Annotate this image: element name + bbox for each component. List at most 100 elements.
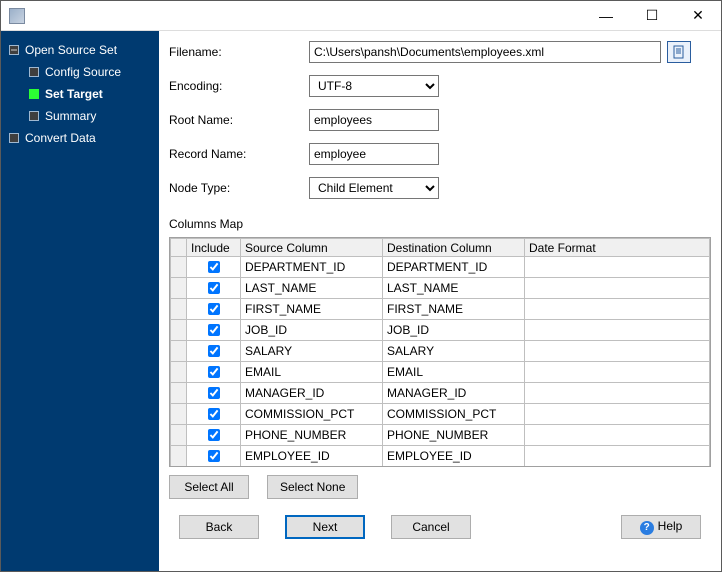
cell-source-column[interactable]: FIRST_NAME — [241, 299, 383, 320]
cell-source-column[interactable]: EMPLOYEE_ID — [241, 446, 383, 467]
cell-destination-column[interactable]: FIRST_NAME — [383, 299, 525, 320]
cell-include[interactable] — [187, 362, 241, 383]
col-header-source[interactable]: Source Column — [241, 239, 383, 257]
filename-label: Filename: — [169, 45, 309, 59]
cell-date-format[interactable] — [525, 299, 710, 320]
cell-date-format[interactable] — [525, 362, 710, 383]
row-header — [171, 404, 187, 425]
include-checkbox[interactable] — [208, 429, 220, 441]
row-header — [171, 425, 187, 446]
cell-include[interactable] — [187, 383, 241, 404]
sidebar-item-config-source[interactable]: Config Source — [1, 61, 159, 83]
cell-destination-column[interactable]: SALARY — [383, 341, 525, 362]
include-checkbox[interactable] — [208, 345, 220, 357]
close-button[interactable]: ✕ — [675, 1, 721, 31]
back-button[interactable]: Back — [179, 515, 259, 539]
cell-date-format[interactable] — [525, 257, 710, 278]
filename-input[interactable] — [309, 41, 661, 63]
browse-file-button[interactable] — [667, 41, 691, 63]
table-row[interactable]: SALARYSALARY — [171, 341, 710, 362]
help-button[interactable]: ?Help — [621, 515, 701, 539]
cell-destination-column[interactable]: LAST_NAME — [383, 278, 525, 299]
table-row[interactable]: MANAGER_IDMANAGER_ID — [171, 383, 710, 404]
table-row[interactable]: EMAILEMAIL — [171, 362, 710, 383]
cell-include[interactable] — [187, 446, 241, 467]
include-checkbox[interactable] — [208, 408, 220, 420]
cell-date-format[interactable] — [525, 425, 710, 446]
cell-include[interactable] — [187, 299, 241, 320]
cell-source-column[interactable]: SALARY — [241, 341, 383, 362]
col-header-include[interactable]: Include — [187, 239, 241, 257]
node-type-select[interactable]: Child Element — [309, 177, 439, 199]
cell-source-column[interactable]: LAST_NAME — [241, 278, 383, 299]
sidebar-item-set-target[interactable]: Set Target — [1, 83, 159, 105]
table-row[interactable]: FIRST_NAMEFIRST_NAME — [171, 299, 710, 320]
encoding-label: Encoding: — [169, 79, 309, 93]
row-header — [171, 257, 187, 278]
include-checkbox[interactable] — [208, 261, 220, 273]
include-checkbox[interactable] — [208, 450, 220, 462]
cell-include[interactable] — [187, 257, 241, 278]
cell-source-column[interactable]: DEPARTMENT_ID — [241, 257, 383, 278]
root-name-input[interactable] — [309, 109, 439, 131]
cell-include[interactable] — [187, 278, 241, 299]
table-row[interactable]: PHONE_NUMBERPHONE_NUMBER — [171, 425, 710, 446]
cell-include[interactable] — [187, 320, 241, 341]
tree-collapse-icon[interactable] — [9, 45, 19, 55]
cell-destination-column[interactable]: EMPLOYEE_ID — [383, 446, 525, 467]
cell-date-format[interactable] — [525, 383, 710, 404]
cell-source-column[interactable]: JOB_ID — [241, 320, 383, 341]
cancel-button[interactable]: Cancel — [391, 515, 471, 539]
encoding-select[interactable]: UTF-8 — [309, 75, 439, 97]
include-checkbox[interactable] — [208, 282, 220, 294]
table-row[interactable]: EMPLOYEE_IDEMPLOYEE_ID — [171, 446, 710, 467]
table-row[interactable]: COMMISSION_PCTCOMMISSION_PCT — [171, 404, 710, 425]
cell-date-format[interactable] — [525, 446, 710, 467]
select-all-button[interactable]: Select All — [169, 475, 249, 499]
sidebar-item-summary[interactable]: Summary — [1, 105, 159, 127]
cell-date-format[interactable] — [525, 320, 710, 341]
row-header — [171, 446, 187, 467]
record-name-input[interactable] — [309, 143, 439, 165]
cell-include[interactable] — [187, 425, 241, 446]
document-icon — [672, 45, 686, 59]
columns-map-grid[interactable]: Include Source Column Destination Column… — [169, 237, 711, 467]
root-name-label: Root Name: — [169, 113, 309, 127]
table-row[interactable]: LAST_NAMELAST_NAME — [171, 278, 710, 299]
include-checkbox[interactable] — [208, 324, 220, 336]
cell-source-column[interactable]: MANAGER_ID — [241, 383, 383, 404]
cell-destination-column[interactable]: DEPARTMENT_ID — [383, 257, 525, 278]
cell-destination-column[interactable]: EMAIL — [383, 362, 525, 383]
cell-source-column[interactable]: COMMISSION_PCT — [241, 404, 383, 425]
wizard-steps-sidebar: Open Source Set Config Source Set TargetS… — [1, 31, 159, 571]
maximize-button[interactable]: ☐ — [629, 1, 675, 31]
cell-destination-column[interactable]: COMMISSION_PCT — [383, 404, 525, 425]
cell-destination-column[interactable]: JOB_ID — [383, 320, 525, 341]
cell-date-format[interactable] — [525, 404, 710, 425]
cell-date-format[interactable] — [525, 278, 710, 299]
row-header — [171, 383, 187, 404]
next-button[interactable]: Next — [285, 515, 365, 539]
col-header-dest[interactable]: Destination Column — [383, 239, 525, 257]
include-checkbox[interactable] — [208, 303, 220, 315]
cell-source-column[interactable]: EMAIL — [241, 362, 383, 383]
table-row[interactable]: JOB_IDJOB_ID — [171, 320, 710, 341]
node-type-label: Node Type: — [169, 181, 309, 195]
cell-source-column[interactable]: PHONE_NUMBER — [241, 425, 383, 446]
cell-destination-column[interactable]: MANAGER_ID — [383, 383, 525, 404]
col-header-datefmt[interactable]: Date Format — [525, 239, 710, 257]
sidebar-item-label: Config Source — [45, 65, 121, 79]
minimize-button[interactable]: — — [583, 1, 629, 31]
cell-destination-column[interactable]: PHONE_NUMBER — [383, 425, 525, 446]
step-icon — [29, 111, 39, 121]
cell-date-format[interactable] — [525, 341, 710, 362]
app-icon — [9, 8, 25, 24]
cell-include[interactable] — [187, 341, 241, 362]
sidebar-root-open-source-set[interactable]: Open Source Set — [1, 39, 159, 61]
sidebar-root-convert-data[interactable]: Convert Data — [1, 127, 159, 149]
include-checkbox[interactable] — [208, 387, 220, 399]
include-checkbox[interactable] — [208, 366, 220, 378]
select-none-button[interactable]: Select None — [267, 475, 358, 499]
cell-include[interactable] — [187, 404, 241, 425]
table-row[interactable]: DEPARTMENT_IDDEPARTMENT_ID — [171, 257, 710, 278]
